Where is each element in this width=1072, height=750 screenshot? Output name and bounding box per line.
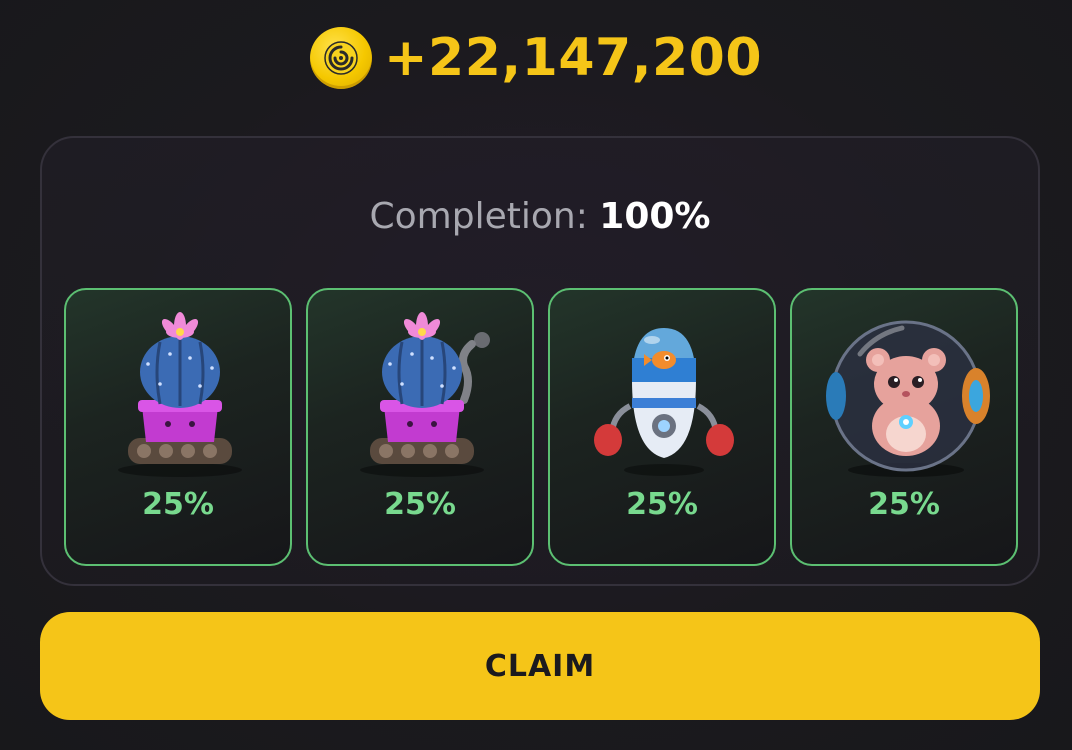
reward-card-1[interactable]: 25% — [64, 288, 292, 566]
cactus-tank-icon — [118, 312, 242, 477]
reward-amount: +22,147,200 — [383, 28, 763, 88]
claim-button[interactable]: CLAIM — [40, 612, 1040, 720]
completion-panel: Completion: 100% 25% 25% 25% 25% — [40, 136, 1040, 586]
reward-header: +22,147,200 — [0, 22, 1072, 94]
completion-label: Completion: — [369, 196, 588, 237]
reward-card-3[interactable]: 25% — [548, 288, 776, 566]
completion-status: Completion: 100% — [42, 196, 1038, 237]
card-percent: 25% — [626, 487, 698, 522]
card-percent: 25% — [868, 487, 940, 522]
boxing-robot-icon — [594, 328, 734, 476]
completion-value: 100% — [599, 196, 711, 237]
card-percent: 25% — [142, 487, 214, 522]
coin-icon — [309, 27, 372, 89]
reward-card-2[interactable]: 25% — [306, 288, 534, 566]
cactus-tank-smoking-icon — [360, 312, 490, 477]
card-percent: 25% — [384, 487, 456, 522]
reward-card-4[interactable]: 25% — [790, 288, 1018, 566]
hamster-ball-icon — [826, 320, 990, 477]
